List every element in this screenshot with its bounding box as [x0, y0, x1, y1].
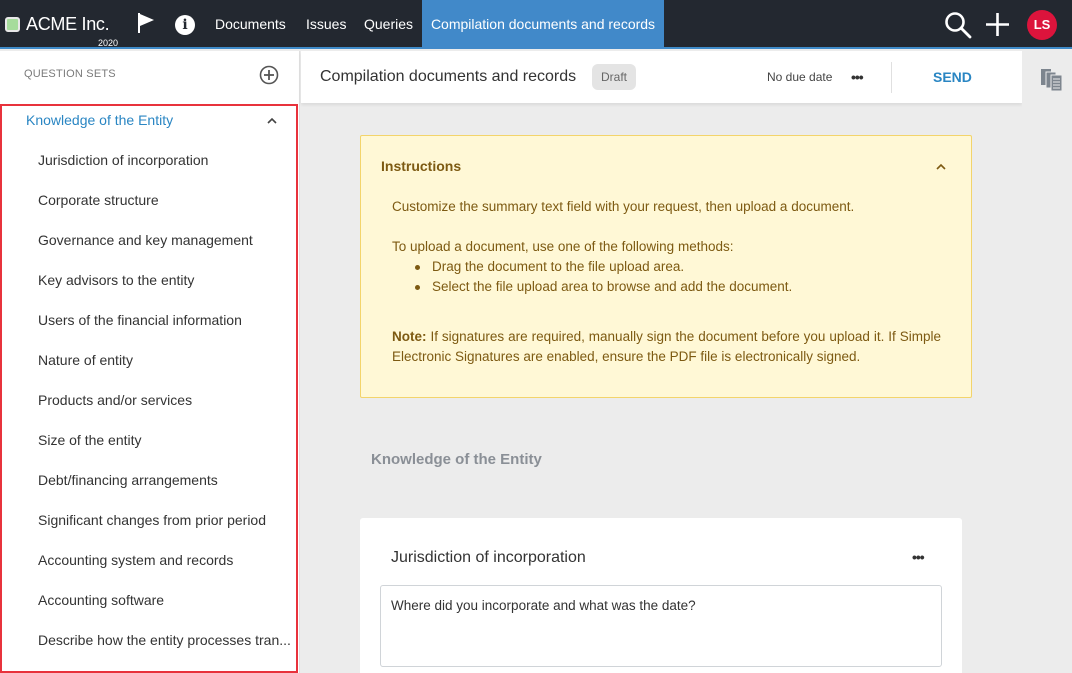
question-item[interactable]: Users of the financial information	[38, 310, 291, 350]
method-item: Select the file upload area to browse an…	[415, 277, 792, 297]
chevron-up-icon[interactable]	[266, 116, 278, 126]
method-item: Drag the document to the file upload are…	[415, 257, 792, 277]
status-badge: Draft	[592, 64, 636, 90]
question-item[interactable]: Corporate structure	[38, 190, 291, 230]
send-button[interactable]: SEND	[933, 69, 972, 85]
question-item[interactable]: Significant changes from prior period	[38, 510, 291, 550]
due-date[interactable]: No due date	[767, 70, 832, 84]
question-item[interactable]: Nature of entity	[38, 350, 291, 390]
instructions-title[interactable]: Instructions	[381, 158, 461, 174]
question-item[interactable]: Describe how the entity processes tran..…	[38, 630, 291, 670]
section-title: Knowledge of the Entity	[371, 451, 542, 468]
instructions-note: Note: If signatures are required, manual…	[392, 327, 941, 367]
instructions-methods: Drag the document to the file upload are…	[415, 257, 792, 297]
instructions-text: Customize the summary text field with yo…	[392, 199, 855, 214]
brand-year: 2020	[98, 38, 119, 48]
documents-panel-icon[interactable]	[1040, 68, 1064, 92]
question-item[interactable]: Accounting system and records	[38, 550, 291, 590]
brand-name: ACME Inc.	[26, 14, 110, 34]
brand[interactable]: ACME Inc.	[5, 14, 110, 35]
info-icon[interactable]: i	[175, 15, 195, 35]
instructions-text: To upload a document, use one of the fol…	[392, 239, 734, 254]
question-list: Jurisdiction of incorporation Corporate …	[38, 150, 291, 670]
question-card: Jurisdiction of incorporation ••• Where …	[360, 518, 962, 673]
note-text: If signatures are required, manually sig…	[392, 329, 941, 364]
nav-issues[interactable]: Issues	[306, 0, 346, 49]
nav-active-tab[interactable]: Compilation documents and records	[422, 0, 664, 49]
flag-icon[interactable]	[137, 13, 155, 33]
request-header: Compilation documents and records Draft …	[301, 51, 1022, 103]
search-icon[interactable]	[944, 11, 972, 39]
question-item[interactable]: Governance and key management	[38, 230, 291, 270]
top-nav: ACME Inc. 2020 i Documents Issues Querie…	[0, 0, 1072, 49]
sidebar: QUESTION SETS Knowledge of the Entity Ju…	[0, 51, 300, 673]
request-title: Compilation documents and records	[320, 68, 577, 85]
question-set-group-title[interactable]: Knowledge of the Entity	[26, 112, 173, 128]
note-label: Note:	[392, 329, 427, 344]
question-item[interactable]: Accounting software	[38, 590, 291, 630]
question-title: Jurisdiction of incorporation	[391, 549, 586, 566]
question-item[interactable]: Size of the entity	[38, 430, 291, 470]
right-rail	[1022, 51, 1072, 673]
chevron-up-icon[interactable]	[935, 162, 947, 172]
question-item[interactable]: Key advisors to the entity	[38, 270, 291, 310]
more-options-icon[interactable]: •••	[851, 69, 864, 85]
nav-documents[interactable]: Documents	[215, 0, 286, 49]
instructions-panel: Instructions Customize the summary text …	[360, 135, 972, 398]
more-options-icon[interactable]: •••	[912, 549, 925, 565]
add-question-set-icon[interactable]	[259, 65, 279, 85]
plus-icon[interactable]	[985, 12, 1010, 37]
question-item[interactable]: Products and/or services	[38, 390, 291, 430]
nav-queries[interactable]: Queries	[364, 0, 413, 49]
question-item[interactable]: Debt/financing arrangements	[38, 470, 291, 510]
question-sets-label: QUESTION SETS	[24, 68, 116, 80]
divider	[891, 62, 892, 93]
question-summary-input[interactable]: Where did you incorporate and what was t…	[380, 585, 942, 667]
user-avatar[interactable]: LS	[1027, 10, 1057, 40]
question-item[interactable]: Jurisdiction of incorporation	[38, 150, 291, 190]
brand-logo-icon	[5, 17, 20, 32]
